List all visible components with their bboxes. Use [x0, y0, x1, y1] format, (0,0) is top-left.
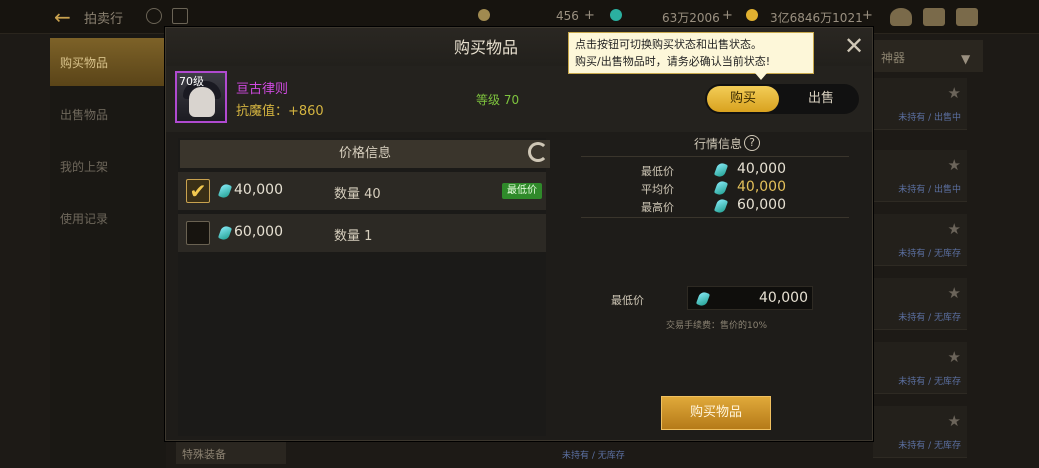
market-label: 最高价	[641, 201, 674, 214]
offer-quantity: 数量 40	[334, 187, 381, 202]
gold-coin-icon	[746, 9, 758, 21]
list-item[interactable]: ★ 未持有 / 无库存	[873, 406, 967, 458]
book-icon[interactable]	[172, 8, 188, 24]
list-item-status: 未持有 / 出售中	[898, 185, 961, 195]
currency-1-value: 456	[556, 9, 579, 23]
offer-row[interactable]: ✔ 40,000 数量 40 最低价	[178, 172, 546, 210]
star-icon[interactable]: ★	[948, 348, 961, 366]
list-item-status: 未持有 / 无库存	[898, 313, 961, 323]
item-level: 等级 70	[476, 93, 520, 107]
back-arrow-icon[interactable]: ←	[54, 6, 78, 28]
gem-icon	[713, 179, 729, 197]
offer-quantity: 数量 1	[334, 229, 373, 244]
buy-item-dialog: 购买物品 ✕ 70级 亘古律则 抗魔值：+860 等级 70 购买 出售 价格信…	[165, 27, 873, 441]
item-name: 亘古律则	[236, 82, 289, 97]
star-icon[interactable]: ★	[948, 156, 961, 174]
close-icon[interactable]: ✕	[840, 32, 868, 60]
market-label: 最低价	[641, 165, 674, 178]
offer-checkbox[interactable]	[186, 221, 210, 245]
help-icon[interactable]	[146, 8, 162, 24]
list-item-status: 未持有 / 无库存	[562, 451, 625, 461]
equipment-filter-label: 特殊装备	[182, 448, 226, 461]
market-label: 平均价	[641, 183, 674, 196]
market-value: 60,000	[737, 197, 786, 213]
sidebar-item-buy[interactable]: 购买物品	[50, 38, 166, 86]
gem-icon	[695, 290, 711, 308]
list-item[interactable]: ★ 未持有 / 出售中	[873, 150, 967, 202]
price-info-panel: 价格信息 ✔ 40,000 数量 40 最低价 60,000 数量 1	[178, 138, 550, 436]
list-item[interactable]: ★ 未持有 / 出售中	[873, 78, 967, 130]
list-item-status: 未持有 / 无库存	[898, 249, 961, 259]
sidebar-item-sell[interactable]: 出售物品	[50, 90, 166, 138]
market-row-min: 最低价 40,000	[581, 161, 849, 179]
item-stat: 抗魔值：+860	[236, 104, 324, 119]
tooltip: 点击按钮可切换购买状态和出售状态。 购买/出售物品时，请务必确认当前状态!	[568, 32, 814, 80]
add-currency-3-icon[interactable]: +	[862, 8, 873, 23]
page-title: 拍卖行	[84, 12, 124, 27]
fee-note: 交易手续费：售价的10%	[666, 321, 768, 331]
offer-price: 60,000	[234, 224, 283, 240]
tooltip-line-2: 购买/出售物品时，请务必确认当前状态!	[575, 55, 771, 68]
market-row-max: 最高价 60,000	[581, 197, 849, 215]
gem-icon	[713, 197, 729, 215]
add-currency-2-icon[interactable]: +	[722, 8, 733, 23]
star-icon[interactable]: ★	[948, 284, 961, 302]
tooltip-line-1: 点击按钮可切换购买状态和出售状态。	[575, 38, 762, 51]
market-row-avg: 平均价 40,000	[581, 179, 849, 197]
sidebar-item-my-listings[interactable]: 我的上架	[50, 142, 166, 190]
sidebar: 购买物品 出售物品 我的上架 使用记录	[50, 34, 166, 468]
bag-icon[interactable]	[890, 8, 912, 26]
list-item-status: 未持有 / 无库存	[898, 377, 961, 387]
offer-checkbox[interactable]: ✔	[186, 179, 210, 203]
star-icon[interactable]: ★	[948, 412, 961, 430]
sidebar-item-history[interactable]: 使用记录	[50, 194, 166, 242]
item-icon[interactable]: 70级	[175, 71, 227, 123]
moon-currency-icon	[478, 9, 490, 21]
buy-item-button[interactable]: 购买物品	[661, 396, 771, 430]
market-info-title: 行情信息	[694, 137, 743, 151]
currency-2-value: 63万2006	[662, 11, 720, 25]
list-item[interactable]: ★ 未持有 / 无库存	[873, 214, 967, 266]
toggle-buy[interactable]: 购买	[707, 86, 779, 112]
offer-price: 40,000	[234, 182, 283, 198]
price-info-title: 价格信息	[338, 146, 391, 161]
gem-currency-icon	[610, 9, 622, 21]
chat-icon[interactable]	[956, 8, 978, 26]
gem-icon	[217, 224, 233, 242]
list-item[interactable]: ★ 未持有 / 无库存	[873, 278, 967, 330]
refresh-icon[interactable]	[528, 142, 548, 162]
market-value: 40,000	[737, 161, 786, 177]
mail-icon[interactable]	[923, 8, 945, 26]
list-item[interactable]: ★ 未持有 / 无库存	[873, 342, 967, 394]
offer-row[interactable]: 60,000 数量 1	[178, 214, 546, 252]
min-price-field[interactable]: 40,000	[687, 286, 813, 310]
list-item-status: 未持有 / 无库存	[898, 441, 961, 451]
market-value: 40,000	[737, 179, 786, 195]
list-item-status: 未持有 / 出售中	[898, 113, 961, 123]
add-currency-1-icon[interactable]: +	[584, 8, 595, 23]
item-level-badge: 70级	[179, 75, 204, 88]
buy-sell-toggle[interactable]: 购买 出售	[705, 84, 859, 114]
market-info-box: 最低价 40,000 平均价 40,000 最高价 60,000	[581, 156, 849, 218]
price-info-header: 价格信息	[180, 140, 550, 168]
chevron-down-icon: ▼	[961, 52, 971, 66]
question-icon[interactable]: ?	[744, 135, 760, 151]
min-price-value: 40,000	[759, 290, 808, 306]
item-art-mask	[189, 87, 215, 117]
equipment-filter-dropdown[interactable]: 特殊装备	[176, 442, 286, 464]
gem-icon	[713, 161, 729, 179]
currency-3-value: 3亿6846万1021	[770, 11, 863, 25]
star-icon[interactable]: ★	[948, 84, 961, 102]
star-icon[interactable]: ★	[948, 220, 961, 238]
item-list: 神器 ▼ ★ 未持有 / 出售中 ★ 未持有 / 出售中 ★ 未持有 / 无库存 ★ 未…	[873, 34, 1039, 468]
category-dropdown-label: 神器	[881, 51, 906, 65]
lowest-price-badge: 最低价	[502, 183, 542, 199]
bottom-bar: 特殊装备 未持有 / 无库存	[170, 438, 870, 468]
toggle-sell[interactable]: 出售	[785, 86, 857, 112]
min-price-label: 最低价	[611, 294, 644, 307]
gem-icon	[217, 182, 233, 200]
